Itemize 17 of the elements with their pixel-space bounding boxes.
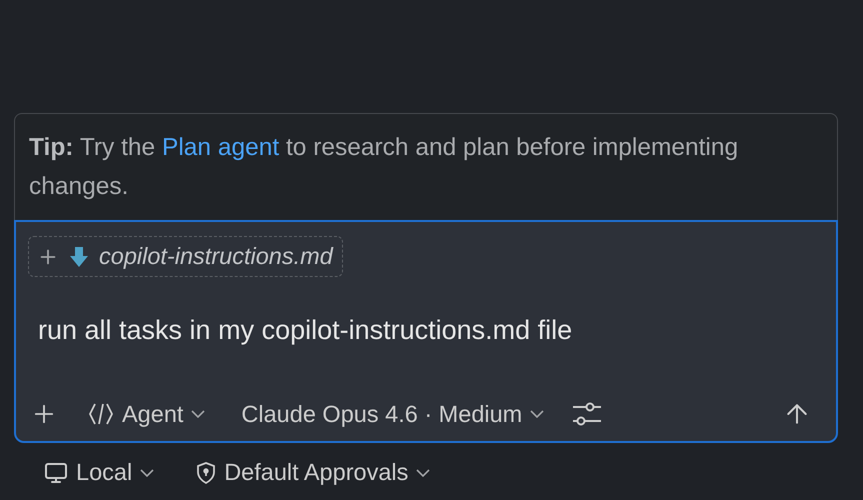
attachment-chip[interactable]: copilot-instructions.md <box>28 236 343 277</box>
model-dropdown[interactable]: Claude Opus 4.6 · Medium <box>235 398 550 430</box>
tip-text: Tip: Try the Plan agent to research and plan before implementing changes. <box>29 133 740 202</box>
prompt-input-field[interactable]: run all tasks in my copilot-instructions.md file <box>38 315 824 349</box>
agent-icon <box>88 402 114 426</box>
chevron-down-icon <box>530 410 544 418</box>
chevron-down-icon <box>140 468 154 476</box>
target-dropdown[interactable]: Local <box>38 457 160 488</box>
shield-icon <box>196 462 216 484</box>
sliders-icon <box>572 401 602 427</box>
approvals-dropdown[interactable]: Default Approvals <box>190 457 436 488</box>
plan-agent-link[interactable]: Plan agent <box>162 134 280 161</box>
mode-dropdown[interactable]: Agent <box>82 398 212 430</box>
down-arrow-icon <box>69 246 89 268</box>
monitor-icon <box>44 460 68 484</box>
chevron-down-icon <box>416 468 430 476</box>
chevron-down-icon <box>191 410 206 418</box>
